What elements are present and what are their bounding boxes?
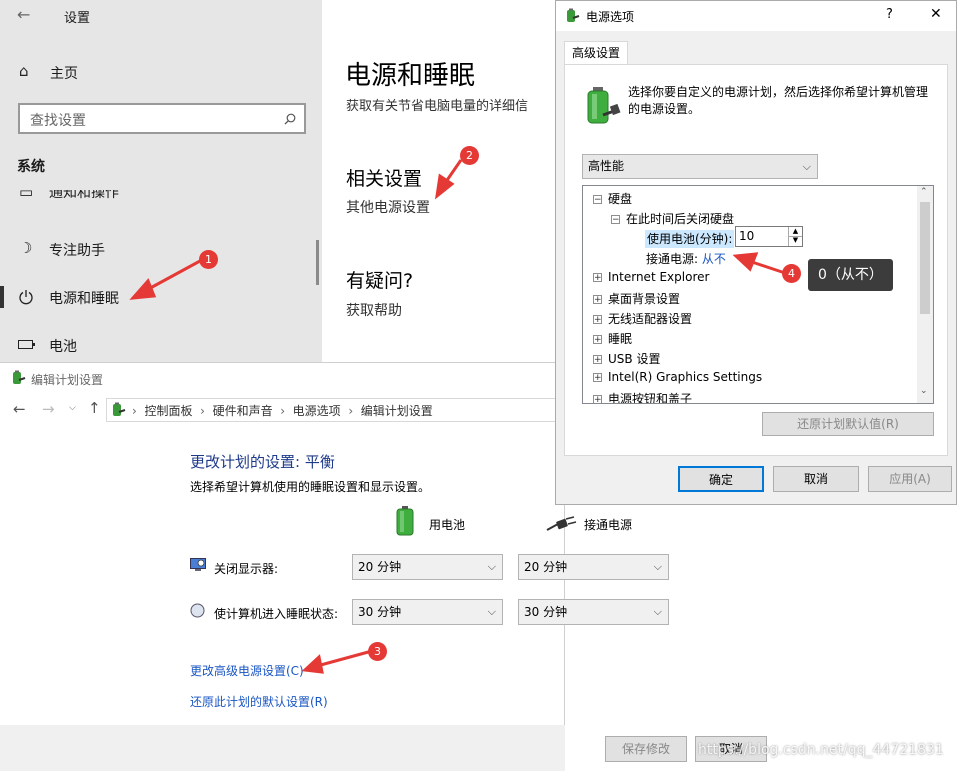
step-badge: 2 [460,146,479,165]
annotation-tooltip: 0（从不） [808,259,893,291]
step-badge: 4 [782,264,801,283]
step-badge: 3 [368,642,387,661]
step-badge: 1 [199,250,218,269]
annotation-arrows [129,159,789,674]
watermark: https://blog.csdn.net/qq_44721831 [698,742,944,758]
